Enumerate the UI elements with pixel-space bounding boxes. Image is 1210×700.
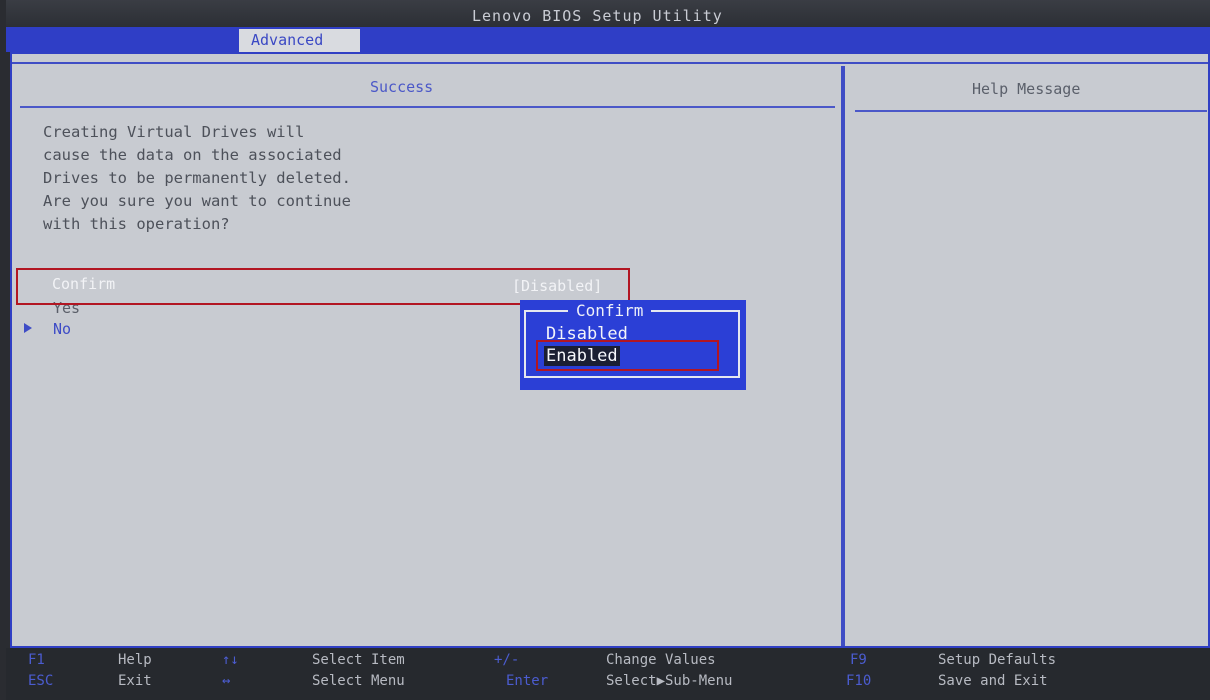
frame-top-rule <box>12 62 1208 64</box>
footer-keybar: F1 Help ESC Exit ↑↓ Select Item ↔ Select… <box>6 648 1210 700</box>
key-select-menu-label: Select Menu <box>312 673 405 689</box>
popup-title: Confirm <box>568 301 652 320</box>
key-esc: ESC <box>28 673 54 689</box>
key-sub-menu-label: Select▶Sub-Menu <box>606 673 733 689</box>
key-f9: F9 <box>850 652 867 668</box>
confirm-popup: Confirm Disabled Enabled <box>520 300 746 390</box>
key-enter: Enter <box>506 673 549 689</box>
leftright-arrows-icon: ↔ <box>222 673 231 689</box>
key-f10: F10 <box>846 673 872 689</box>
warning-message: Creating Virtual Drives will cause the d… <box>43 123 351 233</box>
content-area: Success Help Message Creating Virtual Dr… <box>10 52 1210 648</box>
key-exit-label: Exit <box>118 673 152 689</box>
section-title: Success <box>370 78 434 96</box>
enabled-highlight-box <box>536 340 719 371</box>
tab-advanced[interactable]: Advanced <box>239 29 360 52</box>
key-setup-defaults-label: Setup Defaults <box>938 652 1057 668</box>
tab-bar: Advanced <box>6 27 1210 52</box>
option-no[interactable]: No <box>53 320 71 338</box>
arrow-right-icon <box>24 323 32 333</box>
help-divider <box>855 110 1207 112</box>
key-save-exit-label: Save and Exit <box>938 673 1048 689</box>
help-title: Help Message <box>972 80 1081 98</box>
key-f1: F1 <box>28 652 45 668</box>
app-title: Lenovo BIOS Setup Utility <box>472 7 723 25</box>
key-change-values-label: Change Values <box>606 652 716 668</box>
panel-divider <box>841 66 845 646</box>
updown-arrows-icon: ↑↓ <box>222 652 239 668</box>
key-help-label: Help <box>118 652 152 668</box>
key-plus-minus: +/- <box>494 652 520 668</box>
key-select-item-label: Select Item <box>312 652 405 668</box>
title-bar: Lenovo BIOS Setup Utility <box>6 0 1210 27</box>
section-divider <box>20 106 835 108</box>
